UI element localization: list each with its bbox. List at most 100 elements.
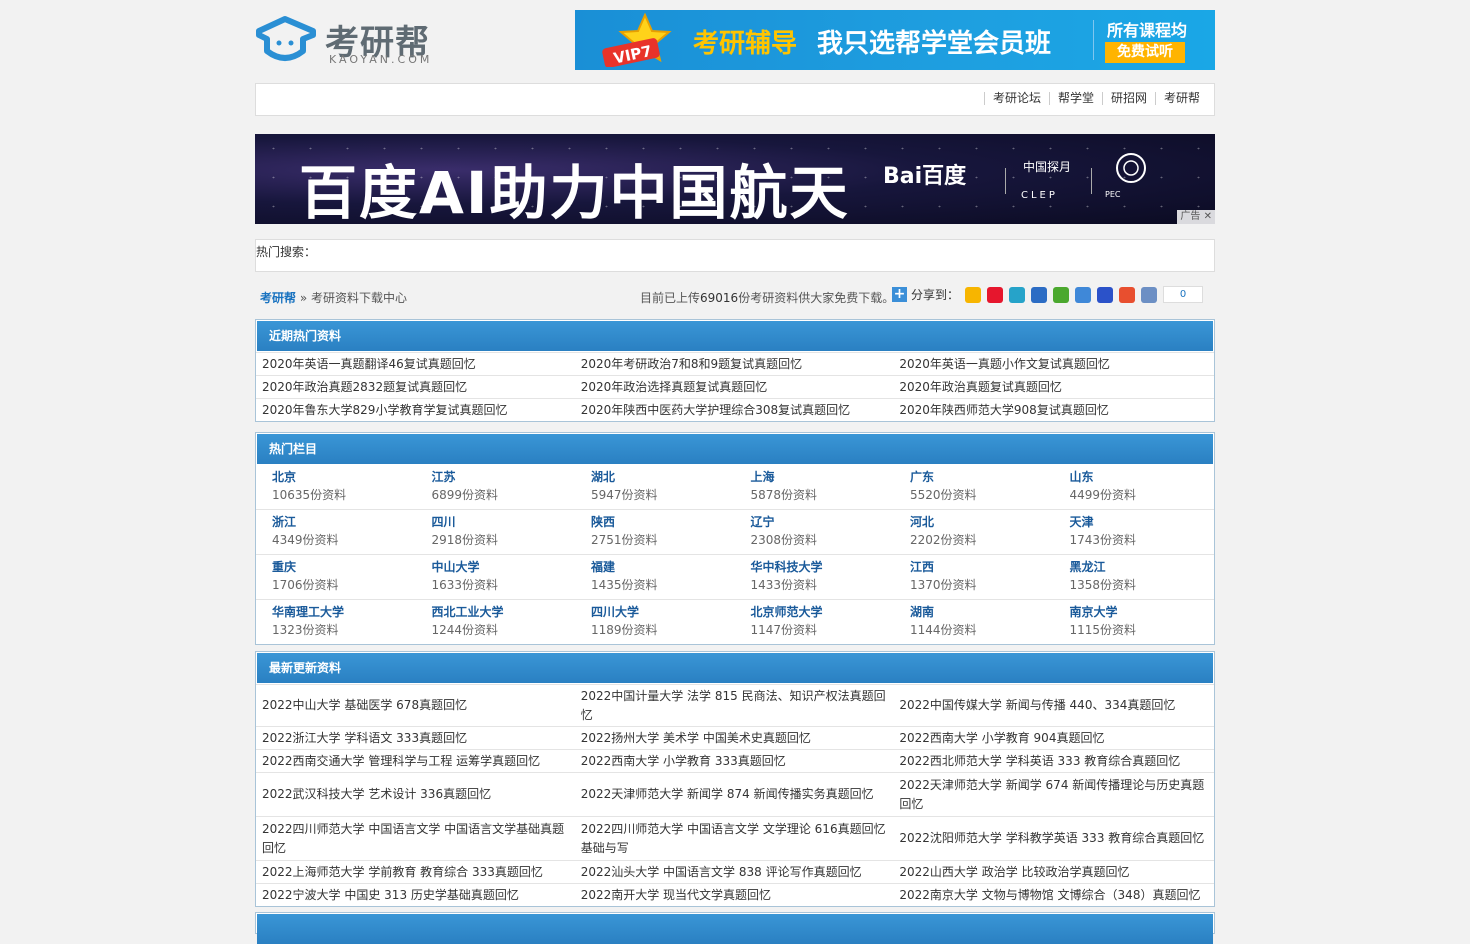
ad-banner[interactable]: 百度AI助力中国航天 Bai百度 中国探月 CLEP PEC 广告 ✕: [255, 134, 1215, 224]
column-item: 西北工业大学 1244份资料: [416, 600, 576, 644]
column-item: 天津 1743份资料: [1054, 510, 1214, 554]
material-link[interactable]: 2022西南交通大学 管理科学与工程 运筹学真题回忆: [256, 750, 575, 772]
nav-link[interactable]: 帮学堂: [1048, 92, 1102, 105]
column-name-link[interactable]: 湖北: [591, 468, 735, 486]
nav-link[interactable]: 研招网: [1101, 92, 1155, 105]
more-share-icon[interactable]: [1141, 286, 1158, 303]
table-row: 2022浙江大学 学科语文 333真题回忆 2022扬州大学 美术学 中国美术史真…: [256, 726, 1214, 749]
material-link[interactable]: 2020年政治选择真题复试真题回忆: [575, 376, 894, 398]
material-link[interactable]: 2022中国传媒大学 新闻与传播 440、334真题回忆: [893, 685, 1212, 726]
qzone-share-icon[interactable]: [965, 286, 982, 303]
baidu-share-icon[interactable]: [1097, 286, 1114, 303]
material-link[interactable]: 2022天津师范大学 新闻学 874 新闻传播实务真题回忆: [575, 773, 894, 816]
material-link[interactable]: 2020年陕西中医药大学护理综合308复试真题回忆: [575, 399, 894, 421]
column-name-link[interactable]: 中山大学: [432, 558, 576, 576]
column-row: 华南理工大学 1323份资料 西北工业大学 1244份资料 四川大学 1189份资料 北京师…: [256, 599, 1214, 644]
material-link[interactable]: 2022中山大学 基础医学 678真题回忆: [256, 685, 575, 726]
material-link[interactable]: 2022汕头大学 中国语言文学 838 评论写作真题回忆: [575, 861, 894, 883]
material-link[interactable]: 2020年英语一真题小作文复试真题回忆: [893, 353, 1212, 375]
hot-search-bar: 热门搜索：: [255, 239, 1215, 272]
column-name-link[interactable]: 黑龙江: [1070, 558, 1214, 576]
ad-pec-label: PEC: [1105, 190, 1121, 199]
column-name-link[interactable]: 南京大学: [1070, 603, 1214, 621]
material-link[interactable]: 2022中国计量大学 法学 815 民商法、知识产权法真题回忆: [575, 685, 894, 726]
column-item: 四川大学 1189份资料: [575, 600, 735, 644]
material-link[interactable]: 2022西北师范大学 学科英语 333 教育综合真题回忆: [893, 750, 1212, 772]
material-link[interactable]: 2020年鲁东大学829小学教育学复试真题回忆: [256, 399, 575, 421]
material-link[interactable]: 2022沈阳师范大学 学科教学英语 333 教育综合真题回忆: [893, 817, 1212, 860]
column-count: 1370份资料: [910, 578, 977, 592]
share-plus-icon[interactable]: +: [892, 287, 907, 302]
material-link[interactable]: 2022西南大学 小学教育 333真题回忆: [575, 750, 894, 772]
material-link[interactable]: 2020年政治真题2832题复试真题回忆: [256, 376, 575, 398]
column-name-link[interactable]: 福建: [591, 558, 735, 576]
column-name-link[interactable]: 山东: [1070, 468, 1214, 486]
material-link[interactable]: 2020年陕西师范大学908复试真题回忆: [893, 399, 1212, 421]
column-name-link[interactable]: 江苏: [432, 468, 576, 486]
material-link[interactable]: 2022山西大学 政治学 比较政治学真题回忆: [893, 861, 1212, 883]
ad-tag[interactable]: 广告 ✕: [1177, 210, 1215, 224]
material-link[interactable]: 2020年考研政治7和8和9题复试真题回忆: [575, 353, 894, 375]
column-item: 四川 2918份资料: [416, 510, 576, 554]
material-link[interactable]: 2020年英语一真题翻译46复试真题回忆: [256, 353, 575, 375]
material-link[interactable]: 2020年政治真题复试真题回忆: [893, 376, 1212, 398]
column-name-link[interactable]: 四川: [432, 513, 576, 531]
column-item: 北京师范大学 1147份资料: [735, 600, 895, 644]
column-name-link[interactable]: 重庆: [272, 558, 416, 576]
column-name-link[interactable]: 上海: [751, 468, 895, 486]
table-row: 2022武汉科技大学 艺术设计 336真题回忆 2022天津师范大学 新闻学 87…: [256, 772, 1214, 816]
column-row: 浙江 4349份资料 四川 2918份资料 陕西 2751份资料 辽宁 2308份资料 河北 22…: [256, 509, 1214, 554]
column-name-link[interactable]: 湖南: [910, 603, 1054, 621]
column-name-link[interactable]: 河北: [910, 513, 1054, 531]
weibo-share-icon[interactable]: [987, 286, 1004, 303]
column-name-link[interactable]: 西北工业大学: [432, 603, 576, 621]
material-link[interactable]: 2022宁波大学 中国史 313 历史学基础真题回忆: [256, 884, 575, 906]
column-count: 2918份资料: [431, 533, 499, 547]
material-link[interactable]: 2022天津师范大学 新闻学 674 新闻传播理论与历史真题回忆: [893, 773, 1212, 816]
tencent-weibo-share-icon[interactable]: [1009, 286, 1026, 303]
column-name-link[interactable]: 辽宁: [751, 513, 895, 531]
column-name-link[interactable]: 广东: [910, 468, 1054, 486]
column-name-link[interactable]: 四川大学: [591, 603, 735, 621]
column-count: 1633份资料: [431, 578, 499, 592]
column-count: 1189份资料: [591, 623, 658, 637]
material-link[interactable]: 2022南开大学 现当代文学真题回忆: [575, 884, 894, 906]
column-name-link[interactable]: 天津: [1070, 513, 1214, 531]
column-count: 1433份资料: [750, 578, 818, 592]
material-link[interactable]: 2022西南大学 小学教育 904真题回忆: [893, 727, 1212, 749]
material-link[interactable]: 2022南京大学 文物与博物馆 文博综合（348）真题回忆: [893, 884, 1212, 906]
baidu-space-share-icon[interactable]: [1075, 286, 1092, 303]
column-name-link[interactable]: 浙江: [272, 513, 416, 531]
column-count: 1115份资料: [1069, 623, 1137, 637]
hot-columns-panel: 热门栏目 北京 10635份资料 江苏 6899份资料 湖北 5947份资料 上海 5878份…: [255, 432, 1215, 645]
column-name-link[interactable]: 陕西: [591, 513, 735, 531]
renren-share-icon[interactable]: [1031, 286, 1048, 303]
site-logo[interactable]: 考研帮 KAOYAN.COM: [255, 13, 445, 66]
column-name-link[interactable]: 华中科技大学: [751, 558, 895, 576]
column-count: 5947份资料: [591, 488, 658, 502]
material-link[interactable]: 2022浙江大学 学科语文 333真题回忆: [256, 727, 575, 749]
nav-link[interactable]: 考研帮: [1154, 92, 1208, 105]
vip-banner[interactable]: VIP7 考研辅导 我只选帮学堂会员班 所有课程均 免费试听: [575, 10, 1215, 70]
material-link[interactable]: 2022武汉科技大学 艺术设计 336真题回忆: [256, 773, 575, 816]
nav-link[interactable]: 考研论坛: [983, 92, 1049, 105]
breadcrumb-home-link[interactable]: 考研帮: [260, 291, 296, 305]
material-link[interactable]: 2022上海师范大学 学前教育 教育综合 333真题回忆: [256, 861, 575, 883]
table-row: 2022上海师范大学 学前教育 教育综合 333真题回忆 2022汕头大学 中国语…: [256, 860, 1214, 883]
next-panel: [255, 912, 1215, 944]
column-name-link[interactable]: 北京师范大学: [751, 603, 895, 621]
material-link[interactable]: 2022扬州大学 美术学 中国美术史真题回忆: [575, 727, 894, 749]
column-item: 山东 4499份资料: [1054, 465, 1214, 509]
stat-suffix: 份考研资料供大家免费下载。: [738, 291, 895, 305]
column-name-link[interactable]: 北京: [272, 468, 416, 486]
table-row: 2022四川师范大学 中国语言文学 中国语言文学基础真题回忆 2022四川师范大学…: [256, 816, 1214, 860]
kaixin-share-icon[interactable]: [1053, 286, 1070, 303]
material-link[interactable]: 2022四川师范大学 中国语言文学 文学理论 616真题回忆基础与写: [575, 817, 894, 860]
close-icon[interactable]: ✕: [1204, 211, 1212, 222]
column-name-link[interactable]: 华南理工大学: [272, 603, 416, 621]
page: 考研帮 KAOYAN.COM VIP7 考研辅导 我只选帮学堂会员班 所有课程均…: [255, 0, 1215, 944]
sohu-share-icon[interactable]: [1119, 286, 1136, 303]
material-link[interactable]: 2022四川师范大学 中国语言文学 中国语言文学基础真题回忆: [256, 817, 575, 860]
column-name-link[interactable]: 江西: [910, 558, 1054, 576]
free-trial-button[interactable]: 免费试听: [1105, 42, 1185, 63]
